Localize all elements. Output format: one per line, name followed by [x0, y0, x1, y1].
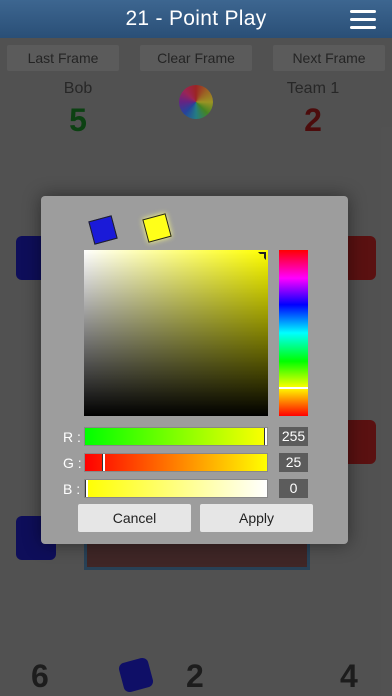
green-label: G :	[63, 455, 82, 471]
red-slider[interactable]	[84, 427, 268, 446]
blue-slider-handle[interactable]	[85, 480, 88, 497]
green-slider[interactable]	[84, 453, 268, 472]
red-value-field[interactable]: 255	[279, 427, 308, 446]
current-color-swatch[interactable]	[142, 213, 172, 243]
green-value-field[interactable]: 25	[279, 453, 308, 472]
blue-value-field[interactable]: 0	[279, 479, 308, 498]
color-picker-dialog: R : 255 G : 25 B : 0 Cancel Apply	[41, 196, 348, 544]
hamburger-menu-icon[interactable]	[350, 10, 376, 30]
green-slider-handle[interactable]	[102, 454, 105, 471]
blue-slider[interactable]	[84, 479, 268, 498]
app-header: 21 - Point Play	[0, 0, 392, 38]
previous-color-swatch[interactable]	[88, 215, 118, 245]
saturation-value-picker[interactable]	[84, 250, 268, 416]
hue-marker[interactable]	[279, 387, 308, 389]
cancel-button[interactable]: Cancel	[78, 504, 191, 532]
apply-button[interactable]: Apply	[200, 504, 313, 532]
picker-marker[interactable]	[258, 252, 266, 260]
hue-slider[interactable]	[279, 250, 308, 416]
red-slider-handle[interactable]	[264, 428, 267, 445]
red-label: R :	[63, 429, 81, 445]
blue-label: B :	[63, 481, 81, 497]
page-title: 21 - Point Play	[125, 7, 267, 30]
